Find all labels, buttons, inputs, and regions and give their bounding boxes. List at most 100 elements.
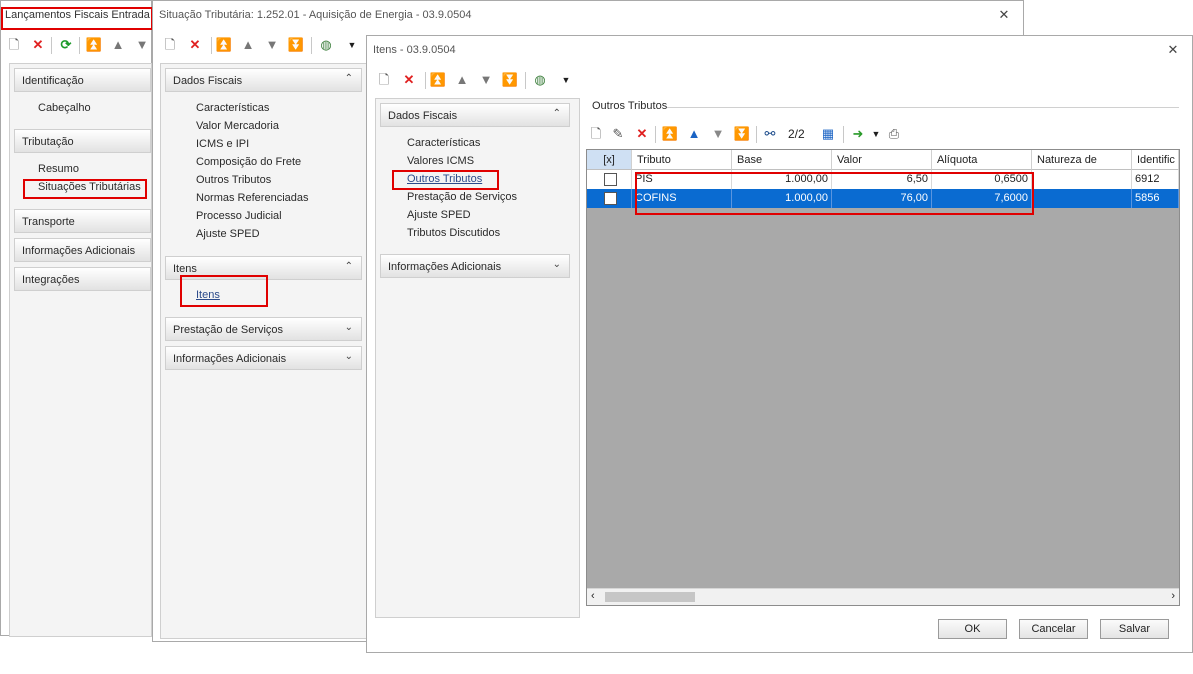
dropdown-arrow-icon[interactable]: ▼ [867, 125, 885, 143]
close-icon[interactable]: ✕ [1166, 43, 1180, 57]
nav-outros-tributos[interactable]: Outros Tributos [196, 174, 271, 186]
nav-composicao-frete[interactable]: Composição do Frete [196, 156, 301, 168]
row-select-cell[interactable] [587, 170, 632, 189]
nav-ajuste-sped[interactable]: Ajuste SPED [196, 228, 260, 240]
refresh-icon[interactable]: ⟳ [57, 36, 75, 54]
toolbar: 🗋 ✕ ⟳ ⏫ ▲ ▼ [1, 32, 151, 58]
nav-valores-icms[interactable]: Valores ICMS [407, 155, 474, 167]
delete-icon[interactable]: ✕ [186, 36, 204, 54]
column-header-aliquota[interactable]: Alíquota [932, 150, 1032, 170]
highlight-box [23, 179, 147, 199]
previous-record-icon[interactable]: ▲ [685, 125, 703, 143]
group-dados-fiscais[interactable]: Dados Fiscais ⌃ [380, 103, 570, 127]
first-record-icon[interactable]: ⏫ [85, 36, 103, 54]
row-checkbox[interactable] [604, 173, 617, 186]
column-header-identificador[interactable]: Identific [1132, 150, 1179, 170]
group-transporte[interactable]: Transporte [14, 209, 151, 233]
scroll-thumb[interactable] [605, 592, 695, 602]
new-icon[interactable]: 🗋 [161, 36, 179, 54]
nav-tributos-discutidos[interactable]: Tributos Discutidos [407, 227, 500, 239]
window-titlebar[interactable]: Itens - 03.9.0504 ✕ [367, 36, 1192, 64]
last-record-icon[interactable]: ⏬ [501, 71, 519, 89]
cell-natureza[interactable] [1032, 170, 1132, 189]
cancel-button[interactable]: Cancelar [1019, 619, 1088, 639]
cell-natureza[interactable] [1032, 189, 1132, 208]
column-header-valor[interactable]: Valor [832, 150, 932, 170]
dropdown-arrow-icon[interactable]: ▼ [343, 36, 361, 54]
column-header-select[interactable]: [x] [587, 150, 632, 170]
grid-layout-icon[interactable]: ▦ [819, 125, 837, 143]
next-record-icon[interactable]: ▼ [477, 71, 495, 89]
grid-toolbar: 🗋 ✎ ✕ ⏫ ▲ ▼ ⏬ ⚯ 2/2 ▦ ➜ ▼ ⎙ [585, 121, 985, 147]
section-title: Outros Tributos [592, 100, 668, 112]
delete-icon[interactable]: ✕ [633, 125, 651, 143]
delete-icon[interactable]: ✕ [400, 71, 418, 89]
column-header-base[interactable]: Base [732, 150, 832, 170]
binoculars-icon[interactable]: ⚯ [761, 125, 779, 143]
scroll-right-icon[interactable]: › [1171, 590, 1175, 602]
first-record-icon[interactable]: ⏫ [215, 36, 233, 54]
cell-identificador[interactable]: 5856 [1132, 189, 1179, 208]
window-title: Itens - 03.9.0504 [373, 44, 456, 56]
group-label: Prestação de Serviços [173, 324, 284, 336]
data-grid[interactable]: [x] Tributo Base Valor Alíquota Natureza… [586, 149, 1180, 606]
group-integracoes[interactable]: Integrações [14, 267, 151, 291]
dropdown-arrow-icon[interactable]: ▼ [557, 71, 575, 89]
new-icon[interactable]: 🗋 [375, 71, 393, 89]
chevron-down-icon: ⌄ [344, 322, 353, 333]
new-icon[interactable]: 🗋 [5, 36, 23, 54]
next-record-icon[interactable]: ▼ [133, 36, 151, 54]
nav-resumo[interactable]: Resumo [38, 163, 79, 175]
nav-caracteristicas[interactable]: Características [196, 102, 269, 114]
nav-icms-ipi[interactable]: ICMS e IPI [196, 138, 249, 150]
chevron-up-icon: ⌃ [552, 108, 561, 119]
close-icon[interactable]: ✕ [997, 8, 1011, 22]
globe-icon[interactable]: ◍ [531, 71, 549, 89]
chevron-up-icon: ⌃ [344, 73, 353, 84]
ok-button[interactable]: OK [938, 619, 1007, 639]
group-informacoes-adicionais[interactable]: Informações Adicionais ⌄ [380, 254, 570, 278]
cell-identificador[interactable]: 6912 [1132, 170, 1179, 189]
new-row-icon[interactable]: 🗋 [587, 125, 605, 143]
row-select-cell[interactable] [587, 189, 632, 208]
nav-cabecalho[interactable]: Cabeçalho [38, 102, 91, 114]
nav-valor-mercadoria[interactable]: Valor Mercadoria [196, 120, 279, 132]
nav-prestacao-servicos[interactable]: Prestação de Serviços [407, 191, 517, 203]
delete-icon[interactable]: ✕ [29, 36, 47, 54]
record-counter: 2/2 [788, 127, 805, 141]
save-button[interactable]: Salvar [1100, 619, 1169, 639]
last-record-icon[interactable]: ⏬ [733, 125, 751, 143]
group-prestacao-servicos[interactable]: Prestação de Serviços ⌄ [165, 317, 362, 341]
first-record-icon[interactable]: ⏫ [429, 71, 447, 89]
scroll-left-icon[interactable]: ‹ [591, 590, 595, 602]
nav-normas-referenciadas[interactable]: Normas Referenciadas [196, 192, 309, 204]
first-record-icon[interactable]: ⏫ [661, 125, 679, 143]
highlight-box [392, 170, 499, 190]
previous-record-icon[interactable]: ▲ [109, 36, 127, 54]
nav-ajuste-sped[interactable]: Ajuste SPED [407, 209, 471, 221]
group-dados-fiscais[interactable]: Dados Fiscais ⌃ [165, 68, 362, 92]
edit-icon[interactable]: ✎ [609, 125, 627, 143]
column-header-natureza[interactable]: Natureza de [1032, 150, 1132, 170]
next-record-icon[interactable]: ▼ [709, 125, 727, 143]
window-titlebar[interactable]: Situação Tributária: 1.252.01 - Aquisiçã… [153, 1, 1023, 29]
export-icon[interactable]: ➜ [849, 125, 867, 143]
group-identificacao[interactable]: Identificação [14, 68, 151, 92]
print-icon[interactable]: ⎙ [885, 125, 903, 143]
column-header-tributo[interactable]: Tributo [632, 150, 732, 170]
group-informacoes-adicionais[interactable]: Informações Adicionais [14, 238, 151, 262]
last-record-icon[interactable]: ⏬ [287, 36, 305, 54]
previous-record-icon[interactable]: ▲ [453, 71, 471, 89]
separator [79, 37, 80, 54]
nav-caracteristicas[interactable]: Características [407, 137, 480, 149]
row-checkbox[interactable] [604, 192, 617, 205]
separator [756, 126, 757, 143]
next-record-icon[interactable]: ▼ [263, 36, 281, 54]
previous-record-icon[interactable]: ▲ [239, 36, 257, 54]
nav-processo-judicial[interactable]: Processo Judicial [196, 210, 282, 222]
globe-icon[interactable]: ◍ [317, 36, 335, 54]
group-tributacao[interactable]: Tributação [14, 129, 151, 153]
separator [843, 126, 844, 143]
horizontal-scrollbar[interactable]: ‹ › [587, 588, 1179, 605]
group-informacoes-adicionais[interactable]: Informações Adicionais ⌄ [165, 346, 362, 370]
